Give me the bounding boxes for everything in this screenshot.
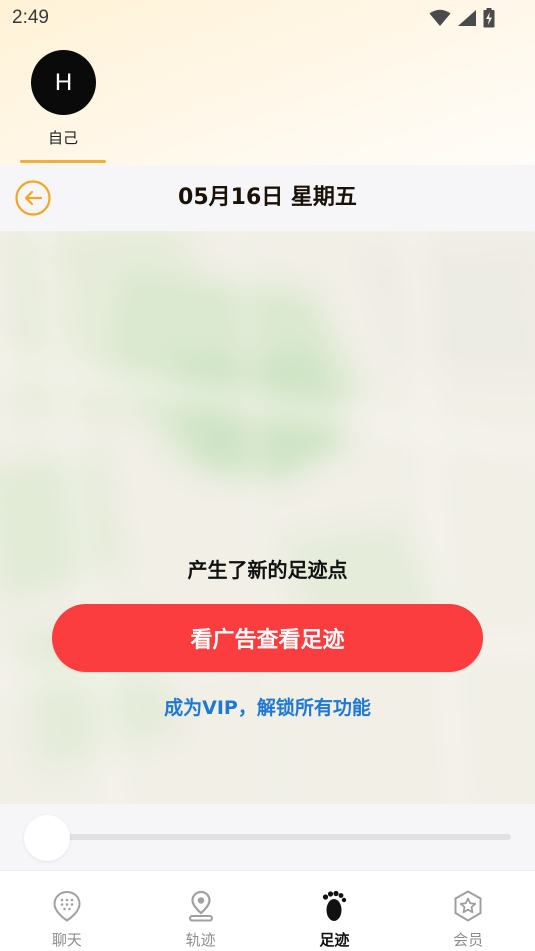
watch-ad-button[interactable]: 看广告查看足迹: [52, 604, 483, 672]
status-bar: 2:49: [0, 0, 535, 36]
nav-item-chat[interactable]: 聊天: [0, 871, 134, 951]
date-bar: 05月16日 星期五: [0, 165, 535, 231]
chat-pin-icon: [53, 890, 81, 922]
member-name: 自己: [47, 129, 78, 147]
nav-label-vip: 会员: [453, 931, 484, 949]
nav-item-vip[interactable]: 会员: [401, 871, 535, 951]
nav-item-track[interactable]: 轨迹: [134, 871, 268, 951]
timeline-slider-area: [0, 804, 535, 870]
avatar: H: [31, 50, 96, 115]
vip-star-icon: [454, 890, 482, 922]
footprint-icon: [323, 890, 347, 921]
signal-icon: [458, 10, 476, 26]
date-title: 05月16日 星期五: [178, 185, 357, 210]
screen: 2:49 H 自己 05月16日 星期五 产生了新的足迹点 看广告查看足迹 成为…: [0, 0, 535, 951]
selected-indicator: [20, 160, 106, 163]
member-item-self[interactable]: H 自己: [20, 50, 106, 165]
become-vip-link[interactable]: 成为VIP，解锁所有功能: [0, 693, 535, 720]
map-area: 产生了新的足迹点 看广告查看足迹 成为VIP，解锁所有功能: [0, 231, 535, 804]
battery-icon: [483, 8, 495, 28]
status-icons: [429, 7, 495, 29]
back-button[interactable]: [15, 180, 51, 216]
avatar-initial: H: [54, 68, 73, 96]
location-pin-icon: [188, 890, 213, 922]
timeline-slider-thumb[interactable]: [24, 815, 70, 861]
status-time: 2:49: [12, 7, 49, 28]
nav-label-footprint: 足迹: [319, 931, 350, 949]
nav-label-chat: 聊天: [51, 931, 82, 949]
new-footprint-notice: 产生了新的足迹点: [187, 558, 348, 582]
nav-item-footprint[interactable]: 足迹: [268, 871, 402, 951]
bottom-nav: 聊天 轨迹 足迹 会员: [0, 870, 535, 951]
wifi-icon: [429, 9, 451, 26]
timeline-slider-track[interactable]: [26, 834, 511, 840]
nav-label-track: 轨迹: [185, 931, 216, 949]
back-arrow-icon: [15, 180, 51, 216]
header-area: 2:49 H 自己: [0, 0, 535, 165]
